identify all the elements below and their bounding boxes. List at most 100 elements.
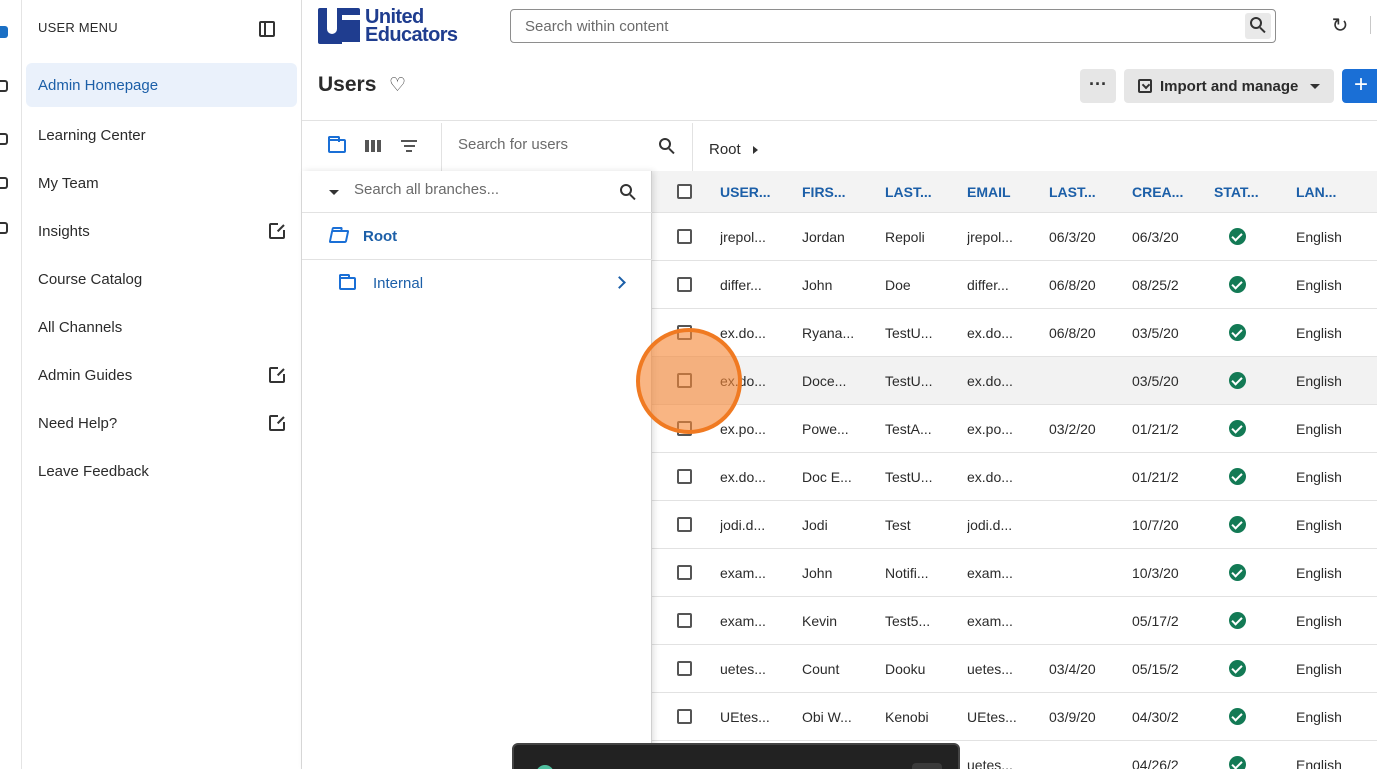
cell-username: UEtes...	[720, 708, 770, 725]
sidebar-item-need-help[interactable]: Need Help?	[26, 399, 297, 447]
status-cell	[1214, 309, 1284, 356]
collapse-sidebar-icon[interactable]	[259, 21, 275, 37]
table-row[interactable]: jrepol... Jordan Repoli jrepol... 06/3/20 06/…	[652, 213, 1377, 261]
table-row[interactable]: ex.do... Doce... TestU... ex.do... 03/5/20 En…	[652, 357, 1377, 405]
row-checkbox[interactable]	[677, 469, 692, 484]
status-active-icon	[1229, 564, 1246, 581]
table-row[interactable]: UEtes... Obi W... Kenobi UEtes... 03/9/20 04/…	[652, 693, 1377, 741]
favorite-heart-icon[interactable]: ♡	[389, 76, 406, 96]
row-checkbox[interactable]	[677, 517, 692, 532]
status-cell	[1214, 693, 1284, 740]
cell-first-name: Powe...	[802, 420, 849, 437]
column-header-created[interactable]: CREA...	[1132, 171, 1202, 212]
status-active-icon	[1229, 228, 1246, 245]
row-checkbox[interactable]	[677, 613, 692, 628]
cell-language: English	[1296, 564, 1342, 581]
table-row[interactable]: exam... Kevin Test5... exam... 05/17/2 Englis…	[652, 597, 1377, 645]
breadcrumb[interactable]: Root	[709, 141, 758, 158]
rail-book-icon[interactable]	[0, 222, 8, 234]
cell-first-name: Count	[802, 660, 840, 677]
branch-search-icon[interactable]	[620, 184, 632, 196]
caret-down-icon[interactable]	[329, 190, 339, 195]
table-header: USER... FIRS... LAST... EMAIL LAST... CREA...…	[652, 171, 1377, 213]
filter-icon[interactable]	[401, 140, 417, 155]
rail-link-icon[interactable]	[0, 80, 8, 92]
column-header-last-login[interactable]: LAST...	[1049, 171, 1119, 212]
rail-user-icon[interactable]	[0, 133, 8, 145]
cell-created: 03/5/20	[1132, 372, 1179, 389]
logo-line-2: Educators	[365, 24, 458, 46]
cell-last-name: Test	[885, 516, 911, 533]
cell-last-login: 06/8/20	[1049, 324, 1096, 341]
cell-first-name: John	[802, 276, 833, 293]
user-search-input[interactable]	[458, 136, 648, 153]
united-educators-logo[interactable]: United Educators	[318, 7, 458, 47]
column-header-last-name[interactable]: LAST...	[885, 171, 955, 212]
cell-last-name: TestA...	[885, 420, 932, 437]
cell-email: uetes...	[967, 756, 1013, 769]
sidebar-item-admin-guides[interactable]: Admin Guides	[26, 351, 297, 399]
import-and-manage-button[interactable]: Import and manage	[1124, 69, 1334, 103]
row-checkbox[interactable]	[677, 373, 692, 388]
folder-view-icon[interactable]	[328, 136, 346, 153]
add-user-button[interactable]: +	[1342, 69, 1377, 103]
branch-root[interactable]: Root	[302, 214, 652, 260]
table-row[interactable]: ex.po... Powe... TestA... ex.po... 03/2/20 01…	[652, 405, 1377, 453]
table-row[interactable]: ex.do... Ryana... TestU... ex.do... 06/8/20 0…	[652, 309, 1377, 357]
sidebar-item-admin-homepage[interactable]: Admin Homepage	[26, 63, 297, 107]
columns-view-icon[interactable]	[365, 140, 381, 152]
sidebar-item-leave-feedback[interactable]: Leave Feedback	[26, 447, 297, 495]
sidebar-item-insights[interactable]: Insights	[26, 207, 297, 255]
chevron-right-icon[interactable]	[613, 276, 626, 289]
cell-email: ex.do...	[967, 324, 1013, 341]
row-checkbox[interactable]	[677, 421, 692, 436]
column-header-status[interactable]: STAT...	[1214, 171, 1284, 212]
table-row[interactable]: exam... John Notifi... exam... 10/3/20 Englis…	[652, 549, 1377, 597]
cell-username: ex.do...	[720, 372, 766, 389]
logo-mark-icon	[318, 8, 360, 47]
table-row[interactable]: differ... John Doe differ... 06/8/20 08/25/2 E…	[652, 261, 1377, 309]
app-root: USER MENU Admin Homepage Learning Center M…	[0, 0, 1377, 769]
branch-root-label: Root	[363, 228, 398, 245]
sidebar-item-my-team[interactable]: My Team	[26, 159, 297, 207]
row-select-cell	[677, 213, 692, 260]
content-search-button[interactable]	[1245, 13, 1271, 39]
table-row[interactable]: uetes... Count Dooku uetes... 03/4/20 05/15/2…	[652, 645, 1377, 693]
row-checkbox[interactable]	[677, 661, 692, 676]
status-active-icon	[1229, 276, 1246, 293]
user-search-icon[interactable]	[659, 138, 671, 150]
external-link-icon	[269, 222, 286, 239]
status-active-icon	[1229, 708, 1246, 725]
column-header-language[interactable]: LAN...	[1296, 171, 1366, 212]
row-checkbox[interactable]	[677, 325, 692, 340]
column-header-username[interactable]: USER...	[720, 171, 790, 212]
breadcrumb-root[interactable]: Root	[709, 141, 741, 158]
toast-status-icon	[536, 765, 554, 769]
column-header-email[interactable]: EMAIL	[967, 171, 1037, 212]
row-checkbox[interactable]	[677, 277, 692, 292]
refresh-icon[interactable]: ↻	[1330, 16, 1350, 36]
row-checkbox[interactable]	[677, 565, 692, 580]
more-actions-button[interactable]: ···	[1080, 69, 1116, 103]
select-all-checkbox[interactable]	[677, 184, 692, 199]
row-checkbox[interactable]	[677, 229, 692, 244]
cell-last-name: TestU...	[885, 324, 933, 341]
cell-first-name: Jordan	[802, 228, 845, 245]
sidebar-item-all-channels[interactable]: All Channels	[26, 303, 297, 351]
cell-email: UEtes...	[967, 708, 1017, 725]
toast-close-button[interactable]	[912, 763, 942, 769]
row-checkbox[interactable]	[677, 709, 692, 724]
column-header-first-name[interactable]: FIRS...	[802, 171, 872, 212]
branch-internal[interactable]: Internal	[302, 260, 652, 306]
rail-home-icon[interactable]	[0, 26, 8, 38]
sidebar-item-course-catalog[interactable]: Course Catalog	[26, 255, 297, 303]
cell-username: uetes...	[720, 660, 766, 677]
table-row[interactable]: jodi.d... Jodi Test jodi.d... 10/7/20 English	[652, 501, 1377, 549]
branch-search-input[interactable]	[354, 181, 604, 198]
sidebar-item-learning-center[interactable]: Learning Center	[26, 111, 297, 159]
table-row[interactable]: ex.do... Doc E... TestU... ex.do... 01/21/2 E…	[652, 453, 1377, 501]
rail-report-icon[interactable]	[0, 177, 8, 189]
cell-last-login: 06/3/20	[1049, 228, 1096, 245]
logo-text: United Educators	[365, 7, 458, 46]
content-search-input[interactable]	[511, 10, 1211, 42]
